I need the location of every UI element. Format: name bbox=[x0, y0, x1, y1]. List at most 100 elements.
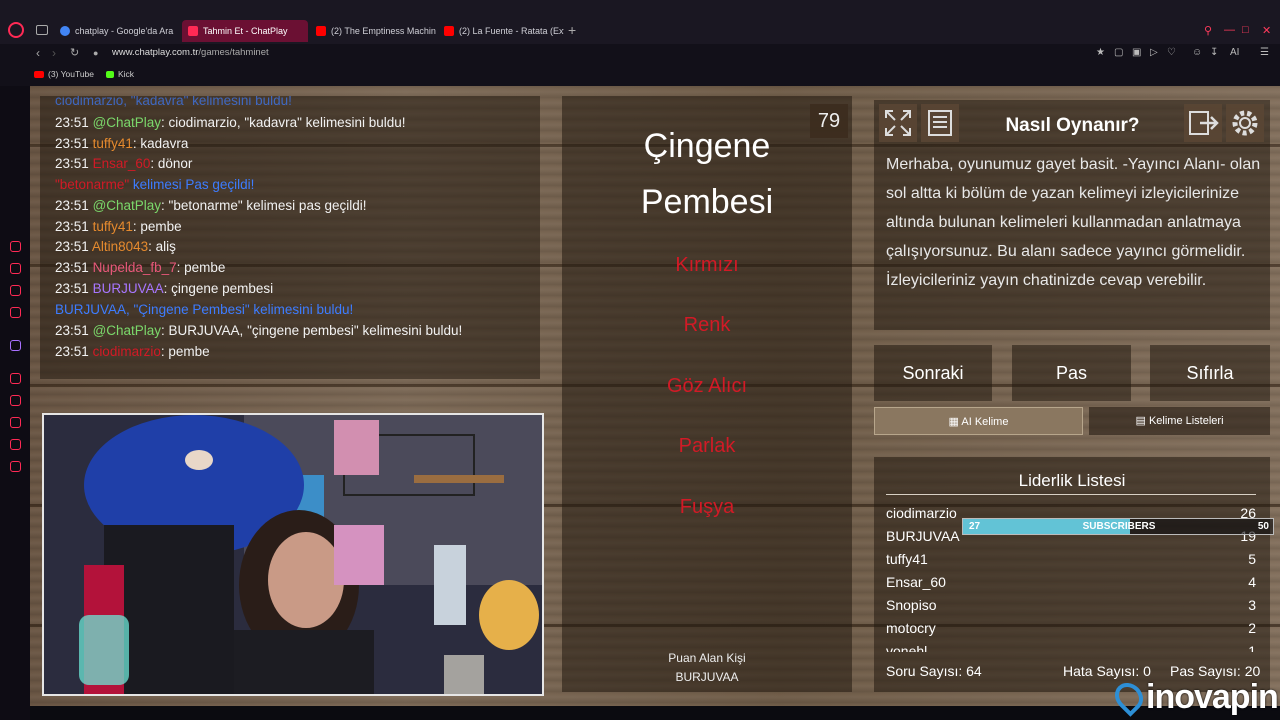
chat-line: 23:51 Ensar_60: dönor bbox=[55, 156, 192, 171]
sidebar-icon[interactable] bbox=[10, 263, 21, 274]
chat-line: 23:51 tuffy41: pembe bbox=[55, 219, 182, 234]
reload-icon[interactable]: ↻ bbox=[70, 46, 79, 59]
leaderboard-row: Ensar_60 4 bbox=[886, 574, 1256, 590]
youtube-icon bbox=[444, 26, 454, 36]
chat-time: 23:51 bbox=[55, 115, 89, 130]
chat-text: : "betonarme" kelimesi pas geçildi! bbox=[161, 198, 367, 213]
tab-title: chatplay - Google'da Ara bbox=[75, 26, 174, 36]
twitch-icon[interactable] bbox=[10, 340, 21, 351]
url-field[interactable]: www.chatplay.com.tr/games/tahminet bbox=[112, 47, 269, 58]
sidebar-icon[interactable] bbox=[10, 373, 21, 384]
chat-text: : pembe bbox=[160, 344, 210, 359]
reset-button[interactable]: Sıfırla bbox=[1150, 345, 1270, 401]
scorer-name: BURJUVAA bbox=[675, 670, 739, 684]
player-score: 5 bbox=[1248, 551, 1256, 567]
ai-icon: ▦ bbox=[948, 416, 959, 428]
leaderboard-title: Liderlik Listesi bbox=[1018, 471, 1126, 490]
sidebar-icon[interactable] bbox=[10, 285, 21, 296]
player-name: tuffy41 bbox=[886, 551, 928, 567]
forward-icon[interactable]: › bbox=[52, 46, 56, 60]
back-icon[interactable]: ‹ bbox=[36, 46, 40, 60]
expand-icon[interactable] bbox=[879, 104, 917, 142]
chat-line: 23:51 @ChatPlay: ciodimarzio, "kadavra" … bbox=[55, 115, 405, 130]
chat-user: Altin8043 bbox=[91, 239, 149, 254]
tab-title: (2) The Emptiness Machin bbox=[331, 26, 436, 36]
how-to-play-text: Merhaba, oyunumuz gayet basit. -Yayıncı … bbox=[886, 156, 1261, 289]
chat-line: "betonarme" kelimesi Pas geçildi! bbox=[55, 177, 254, 192]
chat-user: @ChatPlay bbox=[92, 198, 162, 213]
tab-overview-icon[interactable] bbox=[36, 25, 48, 35]
bookmark-label: (3) YouTube bbox=[48, 69, 94, 79]
taboo-word: Parlak bbox=[678, 435, 736, 457]
webcam-image bbox=[44, 415, 542, 694]
sidebar-icon[interactable] bbox=[10, 241, 21, 252]
search-icon[interactable]: ⚲ bbox=[1204, 24, 1212, 37]
chat-time: 23:51 bbox=[55, 260, 89, 275]
shield-icon[interactable]: ▣ bbox=[1132, 47, 1141, 58]
tab-label: Kelime Listeleri bbox=[1148, 415, 1224, 427]
sidebar-icon[interactable] bbox=[10, 439, 21, 450]
browser-tab[interactable]: (2) The Emptiness Machin bbox=[310, 20, 436, 42]
taboo-word: Kırmızı bbox=[675, 254, 739, 276]
heart-icon[interactable]: ♡ bbox=[1167, 47, 1176, 58]
close-icon[interactable]: ✕ bbox=[1262, 24, 1271, 37]
error-count: Hata Sayısı: 0 bbox=[1063, 663, 1151, 679]
notes-icon[interactable] bbox=[921, 104, 959, 142]
url-host: www.chatplay.com.tr bbox=[112, 47, 199, 58]
youtube-icon bbox=[34, 70, 44, 78]
chat-text: : dönor bbox=[150, 156, 193, 171]
ai-button[interactable]: AI bbox=[1230, 47, 1239, 58]
new-tab-button[interactable]: + bbox=[568, 22, 576, 38]
maximize-icon[interactable]: □ bbox=[1242, 24, 1249, 36]
sidebar-icon[interactable] bbox=[10, 307, 21, 318]
subscriber-goal: 50 bbox=[1257, 521, 1269, 532]
player-score: 4 bbox=[1248, 574, 1256, 590]
exit-icon[interactable] bbox=[1184, 104, 1222, 142]
chat-line: 23:51 tuffy41: kadavra bbox=[55, 136, 188, 151]
chat-text: : aliş bbox=[148, 239, 176, 254]
chat-line: 23:51 Altin8043: aliş bbox=[55, 239, 176, 254]
youtube-icon bbox=[316, 26, 326, 36]
next-button[interactable]: Sonraki bbox=[874, 345, 992, 401]
gear-icon[interactable] bbox=[1226, 104, 1264, 142]
pin-icon[interactable]: ★ bbox=[1096, 47, 1105, 58]
bookmark-youtube[interactable]: (3) YouTube bbox=[34, 69, 94, 79]
browser-tab[interactable]: chatplay - Google'da Ara bbox=[54, 20, 180, 42]
bookmark-label: Kick bbox=[118, 69, 135, 79]
minimize-icon[interactable]: — bbox=[1224, 24, 1235, 36]
chat-text: : ciodimarzio, "kadavra" kelimesini buld… bbox=[161, 115, 406, 130]
taboo-word: Renk bbox=[683, 314, 731, 336]
how-to-play-title: Nasıl Oynanır? bbox=[1005, 115, 1140, 136]
chat-user: @ChatPlay bbox=[92, 115, 162, 130]
chat-time: 23:51 bbox=[55, 323, 89, 338]
browser-logo-icon[interactable] bbox=[8, 22, 24, 38]
tab-label: AI Kelime bbox=[961, 416, 1009, 428]
download-icon[interactable]: ↧ bbox=[1210, 47, 1218, 58]
chat-line: BURJUVAA, "Çingene Pembesi" kelimesini b… bbox=[55, 302, 353, 317]
menu-icon[interactable]: ☰ bbox=[1260, 47, 1269, 58]
player-score: 2 bbox=[1248, 620, 1256, 636]
play-icon[interactable]: ▷ bbox=[1150, 47, 1158, 58]
player-name: BURJUVAA bbox=[886, 528, 960, 544]
tab-ai-word[interactable]: ▦ AI Kelime bbox=[874, 407, 1083, 435]
target-word-line1: Çingene bbox=[643, 127, 771, 165]
pass-button[interactable]: Pas bbox=[1012, 345, 1131, 401]
webcam-feed bbox=[42, 413, 544, 696]
sidebar-icon[interactable] bbox=[10, 417, 21, 428]
browser-tab-active[interactable]: Tahmin Et - ChatPlay bbox=[182, 20, 308, 42]
tab-word-lists[interactable]: ▤ Kelime Listeleri bbox=[1089, 407, 1270, 435]
sidebar-icon[interactable] bbox=[10, 395, 21, 406]
browser-tab[interactable]: (2) La Fuente - Ratata (Ext bbox=[438, 20, 564, 42]
tab-title: Tahmin Et - ChatPlay bbox=[203, 26, 288, 36]
bookmark-kick[interactable]: Kick bbox=[106, 69, 134, 79]
settings-icon[interactable] bbox=[10, 461, 21, 472]
chat-time: 23:51 bbox=[55, 239, 89, 254]
chat-line: ciodimarzio, "kadavra" kelimesini buldu! bbox=[55, 96, 292, 108]
screenshot-icon[interactable]: ▢ bbox=[1114, 47, 1123, 58]
profile-icon[interactable]: ☺ bbox=[1192, 47, 1202, 58]
leaderboard-divider bbox=[886, 494, 1256, 495]
chat-text: ciodimarzio, "kadavra" kelimesini buldu! bbox=[55, 96, 292, 108]
chat-user: Ensar_60 bbox=[92, 156, 151, 171]
chat-time: 23:51 bbox=[55, 281, 89, 296]
chat-user: BURJUVAA, "Çingene Pembesi" bbox=[55, 302, 250, 317]
